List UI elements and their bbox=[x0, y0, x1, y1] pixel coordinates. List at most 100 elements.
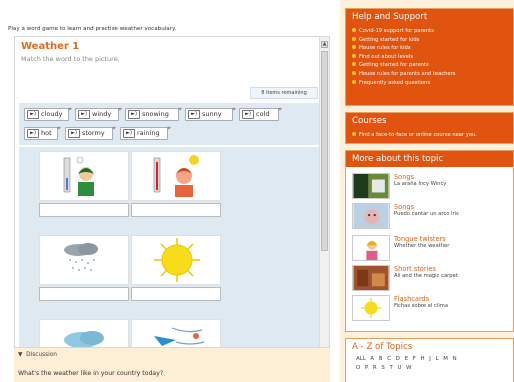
word-label: cloudy bbox=[41, 110, 63, 118]
picture-card bbox=[39, 151, 129, 201]
topic-thumbnail bbox=[352, 295, 390, 321]
bullet-icon bbox=[352, 36, 356, 41]
word-chip-stormy[interactable]: ►) stormy ⌖ bbox=[65, 124, 116, 140]
bullet-icon bbox=[352, 53, 356, 58]
help-link-faq[interactable]: Frequently asked questions bbox=[352, 79, 507, 88]
picture-grid bbox=[19, 147, 319, 347]
courses-link-label: Find a face-to-face or online course nea… bbox=[359, 132, 477, 138]
discussion-heading: Discussion bbox=[26, 352, 57, 358]
topic-subtitle: Puedo cantar un arco iris bbox=[394, 211, 459, 217]
word-label: windy bbox=[92, 110, 112, 118]
bullet-icon bbox=[352, 70, 356, 75]
word-bank: ►) cloudy ⌖ ►) windy ⌖ ►) snowing ⌖ ►) sunny… bbox=[19, 103, 319, 145]
sunny-picture bbox=[154, 238, 200, 282]
game-title: Weather 1 bbox=[21, 41, 80, 52]
speaker-icon[interactable]: ►) bbox=[123, 129, 135, 138]
picture-card bbox=[39, 235, 129, 285]
topic-item[interactable]: Short stories Ali and the magic carpet bbox=[352, 265, 508, 293]
help-support-panel: Help and Support Covid-19 support for pa… bbox=[345, 8, 514, 106]
picture-card bbox=[131, 319, 221, 347]
speaker-icon[interactable]: ►) bbox=[242, 110, 254, 119]
discussion-section: ▼ Discussion What's the weather like in … bbox=[14, 348, 330, 382]
word-chip-hot[interactable]: ►) hot ⌖ bbox=[24, 124, 61, 140]
word-chip-sunny[interactable]: ►) sunny ⌖ bbox=[185, 105, 236, 121]
topic-subtitle: Whether the weather bbox=[394, 243, 450, 249]
bullet-icon bbox=[352, 62, 356, 67]
answer-slot[interactable] bbox=[131, 203, 221, 217]
speaker-icon[interactable]: ►) bbox=[78, 110, 90, 119]
scroll-thumb[interactable] bbox=[321, 51, 328, 251]
topic-item[interactable]: Songs La araña Incy Wincy bbox=[352, 173, 508, 201]
windy-picture bbox=[154, 327, 205, 346]
drag-handle-icon: ⌖ bbox=[178, 105, 182, 113]
az-topics-title: A - Z of Topics bbox=[346, 339, 513, 355]
picture-card bbox=[131, 151, 221, 201]
drag-handle-icon: ⌖ bbox=[167, 124, 171, 132]
courses-link[interactable]: Find a face-to-face or online course nea… bbox=[352, 131, 507, 140]
scroll-up-arrow-icon[interactable]: ▲ bbox=[321, 41, 328, 48]
topic-thumbnail bbox=[352, 173, 390, 199]
bullet-icon bbox=[352, 45, 356, 50]
word-chip-windy[interactable]: ►) windy ⌖ bbox=[75, 105, 122, 121]
courses-panel: Courses Find a face-to-face or online co… bbox=[345, 112, 514, 144]
az-letters-row[interactable]: ALL A B C D E F H J L M N bbox=[356, 355, 457, 364]
answer-slot[interactable] bbox=[39, 287, 129, 301]
speaker-icon[interactable]: ►) bbox=[128, 110, 140, 119]
help-link-label: Covid-19 support for parents bbox=[359, 28, 434, 34]
word-label: cold bbox=[256, 110, 270, 118]
game-area: Weather 1 Match the word to the picture.… bbox=[15, 37, 321, 347]
picture-card bbox=[39, 319, 129, 347]
topic-title: Short stories bbox=[394, 265, 436, 273]
topic-title: Songs bbox=[394, 203, 415, 211]
drag-handle-icon: ⌖ bbox=[68, 105, 72, 113]
help-link-getting-started-parents[interactable]: Getting started for parents bbox=[352, 61, 507, 70]
topic-item[interactable]: Flashcards Fichas sobre el clima bbox=[352, 295, 508, 323]
help-link-house-rules-parents[interactable]: House rules for parents and teachers bbox=[352, 70, 507, 79]
topic-title: Songs bbox=[394, 173, 415, 181]
topic-subtitle: La araña Incy Wincy bbox=[394, 181, 447, 187]
topic-item[interactable]: Songs Puedo cantar un arco iris bbox=[352, 203, 508, 231]
help-support-title: Help and Support bbox=[346, 9, 513, 25]
word-label: hot bbox=[41, 129, 52, 137]
help-link-label: Find out about levels bbox=[359, 53, 414, 60]
help-link-label: House rules for kids bbox=[359, 45, 411, 52]
speaker-icon[interactable]: ►) bbox=[68, 129, 80, 138]
word-label: raining bbox=[137, 129, 160, 137]
answer-slot[interactable] bbox=[131, 287, 221, 301]
topic-subtitle: Fichas sobre el clima bbox=[394, 303, 448, 309]
help-link-label: Getting started for kids bbox=[359, 36, 420, 43]
help-link-getting-started-kids[interactable]: Getting started for kids bbox=[352, 36, 507, 45]
speaker-icon[interactable]: ►) bbox=[27, 110, 39, 119]
az-topics-panel: A - Z of Topics ALL A B C D E F H J L M … bbox=[345, 338, 514, 382]
help-link-covid[interactable]: Covid-19 support for parents bbox=[352, 27, 507, 36]
az-letter-index[interactable]: ALL A B C D E F H J L M N O P R S T U W bbox=[356, 355, 457, 373]
word-chip-cloudy[interactable]: ►) cloudy ⌖ bbox=[24, 105, 72, 121]
topic-thumbnail bbox=[352, 265, 390, 291]
word-chip-snowing[interactable]: ►) snowing ⌖ bbox=[125, 105, 182, 121]
courses-title: Courses bbox=[346, 113, 513, 129]
help-list: Covid-19 support for parents Getting sta… bbox=[346, 25, 513, 89]
answer-slot[interactable] bbox=[39, 203, 129, 217]
help-link-house-rules-kids[interactable]: House rules for kids bbox=[352, 44, 507, 53]
bullet-icon bbox=[352, 79, 356, 84]
drag-handle-icon: ⌖ bbox=[232, 105, 236, 113]
topic-title: Flashcards bbox=[394, 295, 430, 303]
drag-handle-icon: ⌖ bbox=[278, 105, 282, 113]
items-remaining-badge: 8 items remaining bbox=[250, 87, 318, 99]
discussion-question: What's the weather like in your country … bbox=[18, 370, 164, 377]
drag-handle-icon: ⌖ bbox=[112, 124, 116, 132]
help-link-levels[interactable]: Find out about levels bbox=[352, 53, 507, 62]
word-chip-raining[interactable]: ►) raining ⌖ bbox=[120, 124, 171, 140]
drag-handle-icon: ⌖ bbox=[57, 124, 61, 132]
drag-handle-icon: ⌖ bbox=[118, 105, 122, 113]
game-scrollbar[interactable]: ▲ bbox=[319, 37, 329, 347]
az-letters-row[interactable]: O P R S T U W bbox=[356, 364, 457, 373]
topic-item[interactable]: Tongue twisters Whether the weather bbox=[352, 235, 508, 263]
discussion-toggle[interactable]: ▼ Discussion bbox=[18, 352, 57, 358]
speaker-icon[interactable]: ►) bbox=[27, 129, 39, 138]
word-chip-cold[interactable]: ►) cold ⌖ bbox=[239, 105, 282, 121]
hot-picture bbox=[153, 155, 199, 197]
courses-list: Find a face-to-face or online course nea… bbox=[346, 129, 513, 142]
speaker-icon[interactable]: ►) bbox=[188, 110, 200, 119]
word-label: stormy bbox=[82, 129, 105, 137]
